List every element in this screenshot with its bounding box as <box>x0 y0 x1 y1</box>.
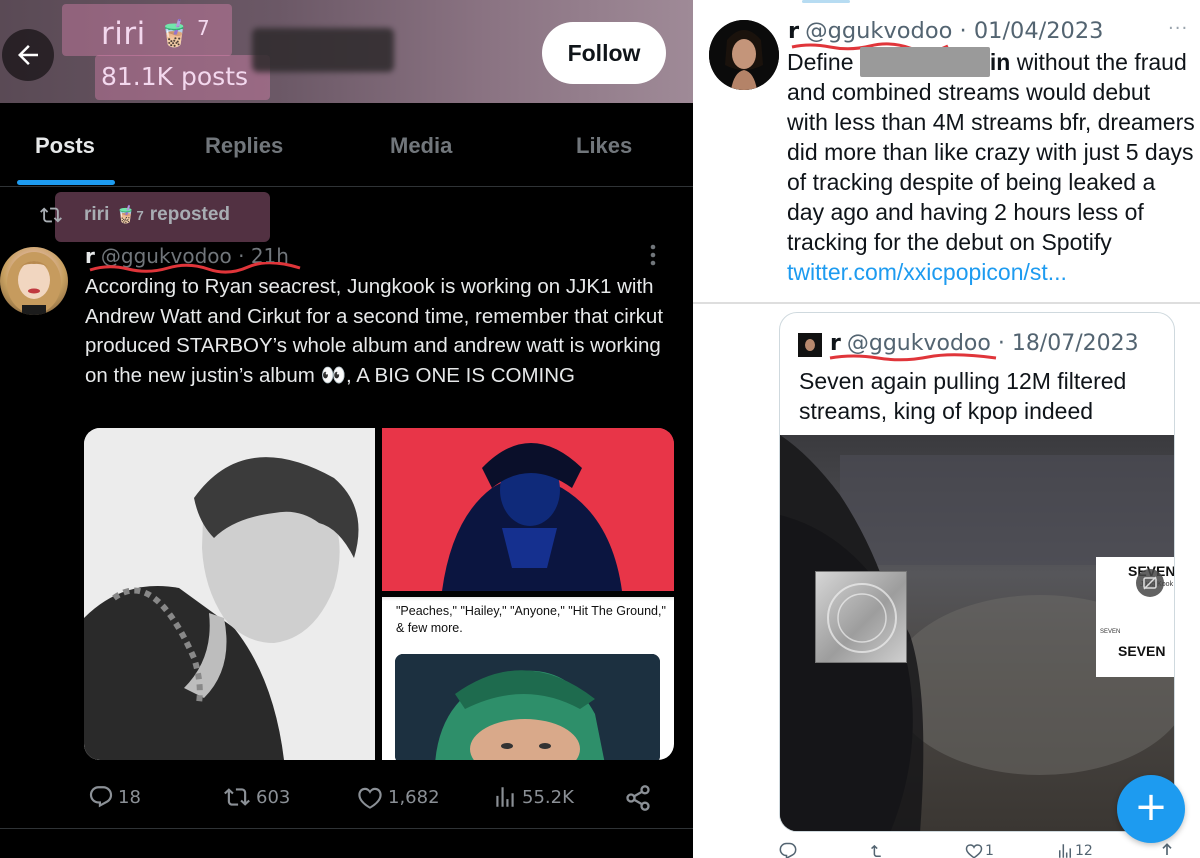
follow-button[interactable]: Follow <box>542 22 666 84</box>
like-button[interactable]: 1,682 <box>356 784 440 810</box>
views-count: 12 <box>1075 843 1093 858</box>
repost-superscript: 7 <box>136 207 144 223</box>
author-name: r <box>788 18 800 44</box>
compose-plus-icon: + <box>1134 784 1168 830</box>
tweet-text-bold: in <box>989 49 1011 75</box>
profile-name-emoji: 🧋 <box>158 19 191 49</box>
reply-icon <box>779 842 797 858</box>
repost-icon <box>224 788 250 806</box>
views-count: 55.2K <box>522 786 574 808</box>
repost-count: 603 <box>256 786 291 808</box>
tab-likes[interactable]: Likes <box>576 133 632 159</box>
like-count: 1,682 <box>388 786 440 808</box>
accent-bar <box>802 0 850 3</box>
red-underline <box>829 353 997 362</box>
reply-count: 18 <box>118 786 141 808</box>
avatar-portrait <box>7 252 61 315</box>
album-cover-left <box>815 571 907 663</box>
sensitive-media-icon[interactable] <box>1136 569 1164 597</box>
right-screenshot: r @ggukvodoo · 01/04/2023 ··· Define in w… <box>693 0 1200 858</box>
media-image-album[interactable] <box>382 428 674 591</box>
more-icon[interactable] <box>650 244 664 270</box>
post-text: According to Ryan seacrest, Jungkook is … <box>85 275 664 387</box>
profile-name: riri <box>101 16 146 52</box>
like-icon <box>965 844 983 858</box>
post-action-bar: 18 603 1,682 55.2K <box>0 776 693 816</box>
divider <box>693 302 1200 304</box>
tweet-text-part: without the fraud and combined streams w… <box>787 49 1195 255</box>
avatar <box>798 333 822 357</box>
like-button[interactable]: 1 <box>963 842 994 858</box>
tweet-link[interactable]: twitter.com/xxicpopicon/st... <box>787 259 1067 285</box>
tweet-header: r @ggukvodoo · 01/04/2023 <box>788 18 1104 44</box>
author-handle-date: @ggukvodoo · 01/04/2023 <box>805 18 1104 44</box>
article-photo <box>395 654 660 760</box>
back-button[interactable] <box>2 29 54 81</box>
media-image-portrait[interactable] <box>84 428 375 760</box>
profile-post-count: 81.1K posts <box>101 62 249 91</box>
media-image-article[interactable]: "Peaches," "Hailey," "Anyone," "Hit The … <box>382 597 674 760</box>
album-cover-right: SEVEN Jung Kook SEVEN SEVEN <box>1096 557 1174 677</box>
tweet-text-part: Define <box>787 49 860 75</box>
share-button[interactable] <box>624 784 656 812</box>
tweet-text: Define in without the fraud and combined… <box>787 47 1197 287</box>
like-icon <box>358 787 382 809</box>
repost-icon <box>40 207 62 223</box>
reply-icon <box>89 786 113 808</box>
repost-icon <box>871 844 881 857</box>
repost-name: riri <box>84 204 110 225</box>
profile-name-superscript: 7 <box>197 16 210 40</box>
blurred-text <box>252 28 394 72</box>
profile-tabs: Posts Replies Media Likes <box>0 103 693 187</box>
back-arrow-icon <box>18 45 38 65</box>
tweet[interactable]: r @ggukvodoo · 01/04/2023 ··· Define in w… <box>697 0 1200 302</box>
tab-posts[interactable]: Posts <box>35 133 95 159</box>
views-button[interactable]: 55.2K <box>492 784 574 810</box>
left-screenshot: riri 🧋 7 81.1K posts Follow Posts Replie… <box>0 0 693 858</box>
views-button[interactable]: 12 <box>1055 842 1093 858</box>
quote-text: Seven again pulling 12M filtered streams… <box>799 368 1127 424</box>
reply-button[interactable]: 18 <box>88 784 141 810</box>
quote-tweet-card[interactable]: r @ggukvodoo · 18/07/2023 Seven again pul… <box>779 312 1175 832</box>
divider <box>0 828 693 829</box>
repost-label: reposted <box>149 204 231 225</box>
views-icon <box>1059 844 1071 858</box>
share-icon <box>1162 843 1172 855</box>
article-header-fragment <box>382 597 674 601</box>
compose-button[interactable]: + <box>1117 775 1185 843</box>
album-small-label: SEVEN <box>1100 629 1121 635</box>
profile-header: riri 🧋 7 81.1K posts Follow <box>0 0 693 103</box>
repost-button[interactable] <box>869 842 891 858</box>
repost-button[interactable]: 603 <box>222 784 290 810</box>
avatar[interactable] <box>709 20 779 90</box>
active-tab-indicator <box>17 180 115 185</box>
post-media-grid[interactable]: "Peaches," "Hailey," "Anyone," "Hit The … <box>84 428 674 760</box>
share-icon <box>626 785 650 811</box>
more-icon[interactable]: ··· <box>1168 18 1188 39</box>
tab-replies[interactable]: Replies <box>205 133 283 159</box>
quote-video[interactable]: SEVEN Jung Kook SEVEN SEVEN <box>780 435 1174 831</box>
article-snippet: "Peaches," "Hailey," "Anyone," "Hit The … <box>396 604 666 635</box>
like-count: 1 <box>985 843 994 858</box>
tweet-action-bar: 1 12 <box>693 840 1200 858</box>
reply-button[interactable] <box>777 842 799 858</box>
repost-emoji: 🧋 <box>115 205 137 224</box>
share-button[interactable] <box>1159 842 1175 858</box>
album-title-bottom: SEVEN <box>1118 643 1166 659</box>
views-icon <box>496 787 514 807</box>
redacted-block <box>859 47 990 77</box>
tab-media[interactable]: Media <box>390 133 452 159</box>
avatar[interactable] <box>0 247 68 315</box>
repost-context[interactable]: riri 🧋 7 reposted <box>38 200 230 230</box>
